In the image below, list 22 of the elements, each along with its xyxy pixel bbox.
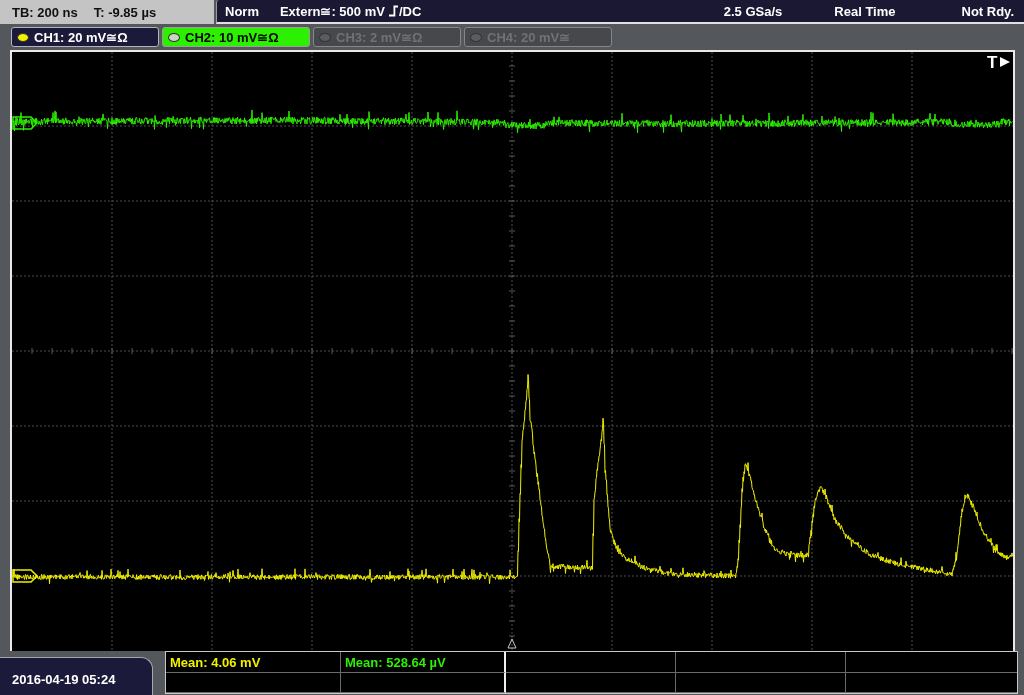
measurement-cell: Mean: 4.06 mV — [166, 652, 341, 673]
coupling-label: /DC — [398, 3, 422, 19]
status-label: Not Rdy. — [961, 3, 1014, 19]
date-time-label: 2016-04-19 05:24 — [0, 657, 153, 695]
acquisition-mode-label: Real Time — [834, 3, 896, 19]
channel-tab[interactable]: CH1: 20 mV≅Ω — [11, 27, 159, 47]
timebase-label: TB: 200 ns — [12, 4, 78, 20]
channel-marker-icon — [12, 569, 39, 583]
trigger-triangle-icon — [507, 638, 517, 649]
trigger-source-label: Extern≅: 500 mV — [279, 3, 385, 19]
trigger-marker-label: T — [987, 53, 998, 72]
rising-edge-icon — [388, 5, 398, 17]
channel-tab[interactable]: CH2: 10 mV≅Ω — [162, 27, 310, 47]
trigger-time-label: T: -9.85 µs — [93, 4, 157, 20]
sample-rate-label: 2.5 GSa/s — [723, 3, 783, 19]
channel-dot-icon — [319, 32, 331, 42]
channel-dot-icon — [470, 32, 482, 42]
channel-dot-icon — [168, 32, 180, 42]
trigger-mode-label: Norm — [225, 3, 259, 19]
measurement-cell: Mean: 528.64 µV — [341, 652, 506, 673]
pointer-triangle-icon — [1000, 57, 1010, 67]
channel-marker-icon — [12, 116, 39, 130]
